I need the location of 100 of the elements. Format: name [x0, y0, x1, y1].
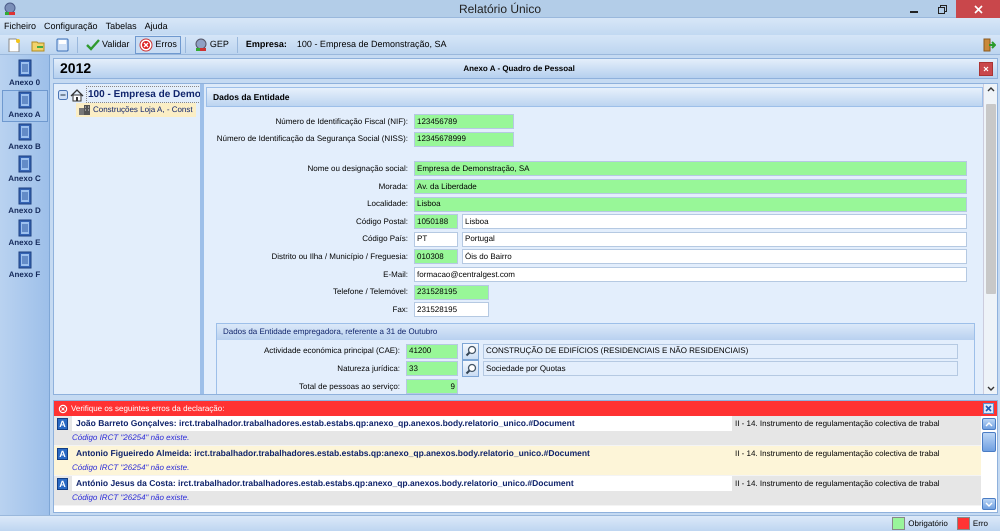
input-field[interactable]: formacao@centralgest.com	[414, 267, 967, 282]
sidebar-item[interactable]: Anexo E	[2, 218, 48, 250]
annex-badge: A	[57, 448, 68, 460]
annex-badge: A	[57, 418, 68, 430]
tree-item[interactable]: Construções Loja A, - Const	[76, 103, 196, 117]
house-icon	[70, 88, 84, 102]
input-field[interactable]: PT	[414, 232, 458, 247]
menu-item[interactable]: Ficheiro	[4, 20, 36, 34]
company-name: 100 - Empresa de Demonstração, SA	[296, 38, 446, 51]
gep-button[interactable]: GEP	[190, 36, 233, 54]
new-document-icon	[7, 38, 21, 52]
error-message: Código IRCT "26254" não existe.	[72, 492, 190, 504]
error-section: II - 14. Instrumento de regulamentação colectiva de trabal	[732, 446, 981, 461]
input-field[interactable]: 123456789	[414, 114, 514, 130]
validate-button[interactable]: Validar	[82, 36, 134, 54]
error-row[interactable]	[54, 476, 981, 506]
scroll-thumb[interactable]	[982, 432, 996, 452]
save-icon	[55, 38, 69, 52]
collapse-icon[interactable]	[58, 90, 68, 100]
menu-item[interactable]: Tabelas	[106, 20, 137, 34]
field-label: Actividade económica principal (CAE):	[262, 345, 401, 358]
error-row[interactable]	[54, 416, 981, 446]
restore-icon	[938, 4, 946, 14]
year-label: 2012	[60, 59, 92, 78]
error-section: II - 14. Instrumento de regulamentação colectiva de trabal	[732, 476, 981, 491]
input-field[interactable]: Av. da Liberdade	[414, 179, 967, 194]
exit-icon	[982, 38, 996, 52]
scroll-down-icon[interactable]	[986, 386, 994, 392]
field-label: Morada:	[378, 180, 409, 193]
input-field[interactable]: 41200	[406, 344, 458, 359]
input-field[interactable]: 010308	[414, 249, 458, 264]
input-field[interactable]: 231528195	[414, 284, 489, 300]
close-icon	[974, 4, 982, 14]
document-icon	[18, 155, 32, 173]
legend-label: Erro	[972, 518, 988, 530]
search-icon	[464, 345, 476, 358]
description-field: Sociedade por Quotas	[483, 361, 958, 376]
building-icon	[78, 104, 91, 116]
field-label: Localidade:	[366, 198, 409, 210]
close-button[interactable]	[956, 0, 1000, 18]
window-title: Relatório Único	[458, 0, 542, 18]
error-source: António Jesus da Costa: irct.trabalhador.trabalhadores.estab.estabs.qp:anexo_qp.anexos.body.relatorio_unico.#Document	[72, 476, 732, 491]
input-field[interactable]: 1050188	[414, 214, 458, 230]
field-label: Código Postal:	[354, 216, 409, 228]
error-icon	[139, 38, 154, 52]
search-button[interactable]	[462, 342, 479, 360]
sidebar-item[interactable]: Anexo 0	[2, 58, 48, 90]
error-message: Código IRCT "26254" não existe.	[72, 432, 190, 444]
document-title: Anexo A - Quadro de Pessoal	[462, 62, 576, 74]
field-label: Nome ou designação social:	[306, 162, 409, 175]
field-label: Telefone / Telemóvel:	[332, 286, 409, 298]
sidebar-item[interactable]: Anexo C	[2, 154, 48, 186]
error-message: Código IRCT "26254" não existe.	[72, 462, 190, 474]
close-button[interactable]	[983, 403, 994, 414]
document-icon	[18, 219, 32, 237]
scroll-up-icon[interactable]	[986, 86, 994, 92]
document-icon	[18, 187, 32, 205]
error-source: João Barreto Gonçalves: irct.trabalhador.trabalhadores.estab.estabs.qp:anexo_qp.anexos.body.relatorio_unico.#Document	[72, 416, 732, 431]
legend-label: Obrigatório	[908, 518, 948, 530]
input-field[interactable]: Lisboa	[462, 214, 967, 230]
company-label: Empresa:	[246, 38, 287, 51]
check-icon	[86, 38, 100, 52]
scrollbar[interactable]	[981, 416, 997, 512]
input-field[interactable]: 33	[406, 361, 458, 376]
field-label: Código País:	[361, 233, 409, 246]
input-field[interactable]: Empresa de Demonstração, SA	[414, 161, 967, 176]
input-field[interactable]: 231528195	[414, 302, 489, 318]
search-icon	[464, 362, 476, 375]
sidebar-item[interactable]: Anexo D	[2, 186, 48, 218]
sidebar-item[interactable]: Anexo F	[2, 250, 48, 282]
close-icon	[983, 66, 989, 72]
sidebar-item[interactable]: Anexo A	[2, 90, 48, 122]
document-icon	[18, 91, 32, 109]
logo-icon	[194, 38, 208, 52]
sidebar-item[interactable]: Anexo B	[2, 122, 48, 154]
input-field[interactable]: 9	[406, 379, 458, 394]
field-label: Distrito ou Ilha / Município / Freguesia:	[270, 250, 409, 263]
menu-item[interactable]: Configuração	[44, 20, 98, 34]
group-header: Dados da Entidade empregadora, referente a 31 de Outubro	[217, 324, 974, 340]
document-icon	[18, 251, 32, 269]
input-field[interactable]: Portugal	[462, 232, 967, 247]
close-icon	[985, 405, 992, 412]
input-field[interactable]: 12345678999	[414, 132, 514, 147]
field-label: Número de Identificação Fiscal (NIF):	[274, 116, 409, 128]
field-label: Natureza jurídica:	[336, 362, 401, 375]
document-icon	[18, 123, 32, 141]
input-field[interactable]: Lisboa	[414, 196, 967, 212]
description-field: CONSTRUÇÃO DE EDIFÍCIOS (RESIDENCIAIS E NÃO RESIDENCIAIS)	[483, 344, 958, 359]
document-icon	[18, 59, 32, 77]
errors-title: Verifique os seguintes erros da declaração:	[71, 402, 224, 414]
menu-item[interactable]: Ajuda	[144, 20, 168, 34]
field-label: Fax:	[391, 304, 409, 316]
field-label: E-Mail:	[382, 268, 409, 281]
search-button[interactable]	[462, 360, 479, 378]
error-row[interactable]	[54, 446, 981, 476]
close-button[interactable]	[979, 62, 993, 76]
scrollbar[interactable]	[983, 84, 997, 394]
app-logo-icon	[3, 2, 17, 16]
errors-button[interactable]: Erros	[135, 36, 181, 54]
input-field[interactable]: Óis do Bairro	[462, 249, 967, 264]
